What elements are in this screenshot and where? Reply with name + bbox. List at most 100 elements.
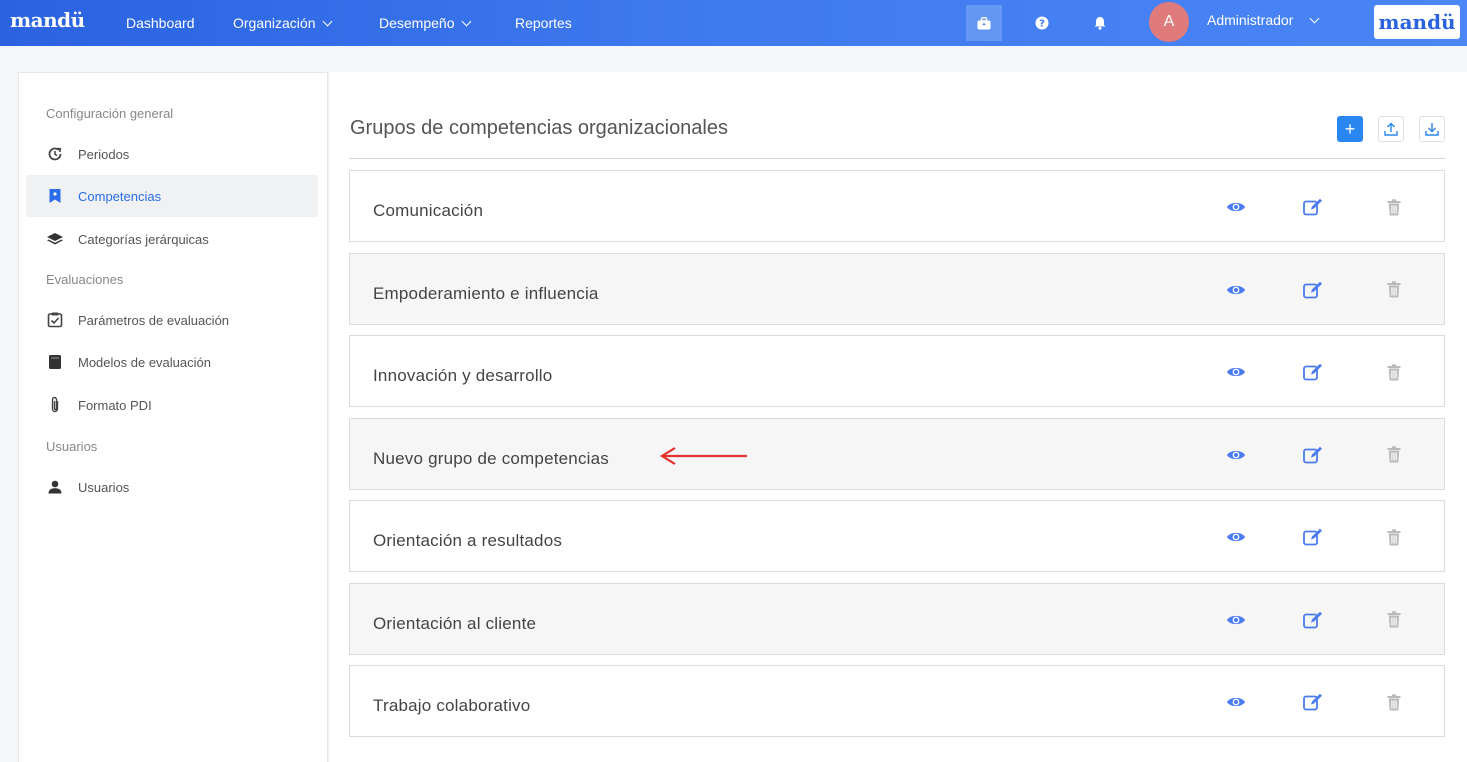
nav-organizacion-label: Organización [233, 15, 316, 31]
paperclip-icon [51, 396, 59, 413]
edit-button[interactable] [1299, 276, 1327, 304]
table-row: Nuevo grupo de competencias [349, 417, 1445, 490]
trash-icon [1387, 528, 1401, 545]
sidebar-item-label: Modelos de evaluación [78, 354, 211, 370]
eye-icon [1227, 532, 1245, 542]
download-button[interactable] [1419, 116, 1445, 142]
chevron-down-icon [322, 16, 332, 26]
view-button[interactable] [1222, 606, 1250, 634]
sidebar-item-label: Usuarios [78, 479, 130, 495]
delete-button[interactable] [1380, 606, 1408, 634]
delete-button[interactable] [1380, 441, 1408, 469]
edit-button[interactable] [1299, 688, 1327, 716]
edit-icon [1303, 693, 1322, 711]
view-button[interactable] [1222, 193, 1250, 221]
section-label-usuarios: Usuarios [46, 439, 98, 454]
edit-button[interactable] [1299, 193, 1327, 221]
help-button[interactable]: ? [1030, 0, 1054, 46]
user-icon [48, 480, 62, 494]
group-name: Orientación al cliente [373, 613, 537, 633]
view-button[interactable] [1222, 523, 1250, 551]
brand-logo: mandü [1374, 5, 1460, 39]
eye-icon [1227, 202, 1245, 212]
sidebar-item-categorias[interactable]: Categorías jerárquicas [26, 218, 318, 260]
sidebar-item-usuarios[interactable]: Usuarios [26, 466, 318, 508]
view-button[interactable] [1222, 276, 1250, 304]
group-name: Innovación y desarrollo [373, 366, 553, 385]
delete-button[interactable] [1380, 688, 1408, 716]
delete-button[interactable] [1380, 358, 1408, 386]
edit-button[interactable] [1299, 358, 1327, 386]
trash-icon [1387, 281, 1401, 298]
main-content: Grupos de competencias organizacionales … [330, 72, 1467, 762]
trash-icon [1387, 446, 1401, 463]
trash-icon [1387, 363, 1401, 380]
edit-icon [1303, 198, 1322, 216]
edit-button[interactable] [1299, 523, 1327, 551]
bell-icon [1094, 17, 1106, 30]
upload-button[interactable] [1378, 116, 1404, 142]
delete-button[interactable] [1380, 193, 1408, 221]
trash-icon [1387, 611, 1401, 628]
title-divider [349, 158, 1445, 159]
sidebar-item-label: Competencias [78, 188, 162, 204]
bookmark-icon [49, 189, 61, 203]
page-title: Grupos de competencias organizacionales [350, 117, 728, 139]
sidebar-item-label: Categorías jerárquicas [78, 231, 209, 247]
avatar[interactable]: A [1149, 2, 1189, 42]
sidebar: Configuración general Periodos Competenc… [18, 72, 328, 762]
edit-icon [1303, 611, 1322, 628]
download-icon [1425, 123, 1439, 136]
briefcase-button[interactable] [966, 0, 1002, 46]
nav-desempeno-label: Desempeño [379, 15, 455, 31]
chevron-down-icon [461, 16, 471, 26]
edit-icon [1303, 363, 1322, 381]
edit-button[interactable] [1299, 441, 1327, 469]
view-button[interactable] [1222, 688, 1250, 716]
nav-dashboard[interactable]: Dashboard [126, 15, 195, 31]
delete-button[interactable] [1380, 276, 1408, 304]
nav-desempeno[interactable]: Desempeño [379, 15, 471, 31]
nav-organizacion[interactable]: Organización [233, 15, 332, 31]
sidebar-item-modelos[interactable]: Modelos de evaluación [26, 341, 318, 383]
table-row: Orientación a resultados [349, 500, 1445, 572]
table-row: Orientación al cliente [349, 582, 1445, 655]
eye-icon [1227, 367, 1245, 377]
top-navbar: mandü Dashboard Organización Desempeño R… [0, 0, 1467, 46]
sidebar-item-formato-pdi[interactable]: Formato PDI [26, 384, 318, 426]
add-group-button[interactable]: + [1337, 116, 1363, 142]
eye-icon [1227, 697, 1245, 707]
edit-icon [1303, 528, 1322, 546]
group-name: Empoderamiento e influencia [373, 283, 599, 303]
eye-icon [1227, 285, 1245, 294]
table-row: Innovación y desarrollo [349, 335, 1445, 407]
chevron-down-icon [1309, 13, 1320, 23]
eye-icon [1227, 615, 1245, 624]
app-logo[interactable]: mandü [10, 8, 85, 32]
notifications-button[interactable] [1088, 0, 1112, 46]
sidebar-item-label: Formato PDI [78, 397, 152, 413]
briefcase-icon [977, 16, 991, 29]
group-name: Trabajo colaborativo [373, 696, 531, 715]
user-menu[interactable]: Administrador [1207, 12, 1320, 28]
table-row: Comunicación [349, 170, 1445, 242]
user-name: Administrador [1207, 12, 1294, 28]
help-icon: ? [1035, 16, 1049, 30]
edit-icon [1303, 281, 1322, 298]
sidebar-item-label: Periodos [78, 146, 130, 162]
group-name: Comunicación [373, 201, 484, 220]
sidebar-item-periodos[interactable]: Periodos [26, 133, 318, 175]
sidebar-item-competencias[interactable]: Competencias [26, 175, 318, 217]
sidebar-item-parametros[interactable]: Parámetros de evaluación [26, 299, 318, 341]
delete-button[interactable] [1380, 523, 1408, 551]
edit-icon [1303, 446, 1322, 463]
view-button[interactable] [1222, 358, 1250, 386]
trash-icon [1387, 693, 1401, 710]
history-icon [48, 147, 62, 161]
section-label-evaluaciones: Evaluaciones [46, 272, 124, 287]
nav-reportes[interactable]: Reportes [515, 15, 572, 31]
nav-reportes-label: Reportes [515, 15, 572, 31]
edit-button[interactable] [1299, 606, 1327, 634]
eye-icon [1227, 450, 1245, 459]
view-button[interactable] [1222, 441, 1250, 469]
